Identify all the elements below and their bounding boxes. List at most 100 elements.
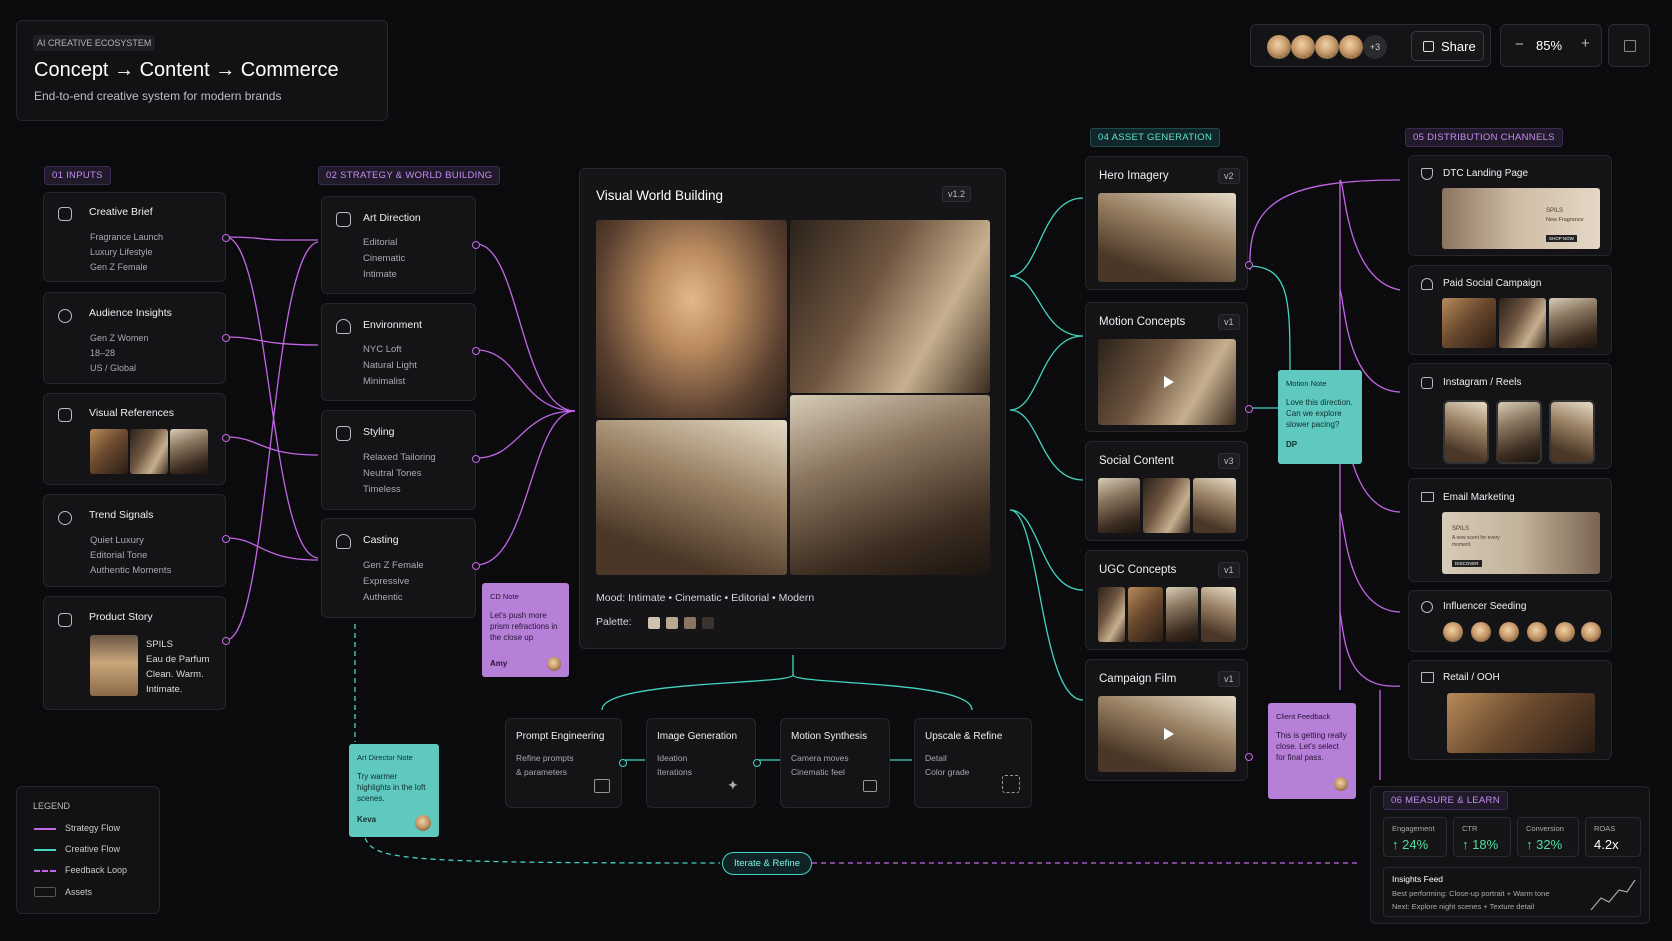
output-port[interactable]	[472, 241, 480, 249]
input-card-title: Visual References	[89, 407, 175, 419]
moodboard-image-writing[interactable]	[596, 420, 787, 575]
ad-thumbnail	[1499, 298, 1546, 348]
avatar	[1334, 777, 1348, 791]
output-port[interactable]	[619, 759, 627, 767]
legend-item: Creative Flow	[65, 844, 121, 854]
avatar[interactable]	[1315, 35, 1339, 59]
zoom-level[interactable]: 85%	[1536, 38, 1562, 53]
section-strategy-tag: 02 STRATEGY & WORLD BUILDING	[318, 166, 501, 185]
pipeline-card-motion-synthesis[interactable]: Motion Synthesis Camera moves Cinematic …	[780, 718, 890, 808]
pipeline-card-upscale-refine[interactable]: Upscale & Refine Detail Color grade	[914, 718, 1032, 808]
motion-note[interactable]: Motion Note Love this direction. Can we …	[1278, 370, 1362, 464]
asset-card-social-content[interactable]: Social Content v3	[1085, 441, 1248, 541]
channel-card-retail-ooh[interactable]: Retail / OOH	[1408, 660, 1612, 760]
audience-icon	[58, 309, 72, 323]
strategy-card-casting[interactable]: Casting Gen Z Female Expressive Authenti…	[321, 518, 480, 618]
output-port[interactable]	[472, 562, 480, 570]
channel-card-influencer-seeding[interactable]: Influencer Seeding	[1408, 590, 1612, 652]
metric-ctr[interactable]: CTR ↑ 18%	[1453, 817, 1511, 857]
layout-toggle-button[interactable]	[1608, 24, 1650, 67]
channel-card-paid-social[interactable]: Paid Social Campaign	[1408, 265, 1612, 355]
input-card-audience-insights[interactable]: Audience Insights Gen Z Women 18–28 US /…	[43, 292, 230, 384]
output-port[interactable]	[222, 637, 230, 645]
terminal-icon	[594, 779, 610, 793]
output-port[interactable]	[472, 347, 480, 355]
strategy-card-art-direction[interactable]: Art Direction Editorial Cinematic Intima…	[321, 196, 480, 294]
avatar[interactable]	[1471, 622, 1491, 642]
input-card-creative-brief[interactable]: Creative Brief Fragrance Launch Luxury L…	[43, 192, 230, 282]
version-badge[interactable]: v1.2	[942, 186, 972, 202]
avatar[interactable]	[1443, 622, 1463, 642]
asset-card-hero-imagery[interactable]: Hero Imagery v2	[1085, 156, 1253, 290]
asset-card-ugc-concepts[interactable]: UGC Concepts v1	[1085, 550, 1248, 650]
input-card-detail: Authentic Moments	[90, 565, 172, 576]
metric-conversion[interactable]: Conversion ↑ 32%	[1517, 817, 1579, 857]
moodboard-image-walking[interactable]	[790, 395, 990, 575]
avatar[interactable]	[1499, 622, 1519, 642]
product-detail: SPILS	[146, 639, 173, 650]
asset-thumbnail	[1193, 478, 1236, 533]
pipeline-card-image-generation[interactable]: Image Generation Ideation Iterations ✦	[646, 718, 761, 808]
asset-card-motion-concepts[interactable]: Motion Concepts v1	[1085, 302, 1253, 432]
output-port[interactable]	[1245, 261, 1253, 269]
output-port[interactable]	[222, 234, 230, 242]
zoom-out-button[interactable]: −	[1515, 36, 1524, 53]
art-director-note[interactable]: Art Director Note Try warmer highlights …	[349, 744, 439, 837]
output-port[interactable]	[753, 759, 761, 767]
zoom-in-button[interactable]: +	[1581, 35, 1590, 52]
insights-title: Insights Feed	[1392, 874, 1444, 884]
preview-brand: SPILS	[1452, 526, 1470, 532]
version-badge[interactable]: v1	[1218, 562, 1240, 578]
version-badge[interactable]: v2	[1218, 168, 1240, 184]
visual-world-building-panel[interactable]: Visual World Building v1.2 Mood: Intimat…	[579, 168, 1006, 649]
section-asset-generation-tag: 04 ASSET GENERATION	[1090, 128, 1221, 147]
asset-card-campaign-film[interactable]: Campaign Film v1	[1085, 659, 1253, 781]
version-badge[interactable]: v1	[1218, 671, 1240, 687]
strategy-card-detail: Natural Light	[363, 360, 417, 371]
extra-collaborators-badge[interactable]: +3	[1363, 35, 1387, 59]
moodboard-image-portrait[interactable]	[596, 220, 787, 418]
output-port[interactable]	[222, 434, 230, 442]
avatar[interactable]	[1291, 35, 1315, 59]
input-card-trend-signals[interactable]: Trend Signals Quiet Luxury Editorial Ton…	[43, 494, 230, 587]
output-port[interactable]	[222, 535, 230, 543]
version-badge[interactable]: v3	[1218, 453, 1240, 469]
metric-engagement[interactable]: Engagement ↑ 24%	[1383, 817, 1447, 857]
channel-card-dtc-landing-page[interactable]: DTC Landing Page SPILS New Fragrance SHO…	[1408, 155, 1612, 256]
asset-thumbnail	[1143, 478, 1190, 533]
version-badge[interactable]: v1	[1218, 314, 1240, 330]
pipeline-card-prompt-engineering[interactable]: Prompt Engineering Refine prompts & para…	[505, 718, 627, 808]
play-icon[interactable]	[1164, 728, 1174, 740]
legend-item: Strategy Flow	[65, 823, 121, 833]
output-port[interactable]	[1245, 753, 1253, 761]
avatar[interactable]	[1339, 35, 1363, 59]
output-port[interactable]	[472, 455, 480, 463]
channel-card-email-marketing[interactable]: Email Marketing SPILS A new scent for ev…	[1408, 478, 1612, 582]
channel-card-title: DTC Landing Page	[1443, 168, 1529, 179]
moodboard-image-loft[interactable]	[790, 220, 990, 393]
output-port[interactable]	[1245, 405, 1253, 413]
client-feedback-note[interactable]: Client Feedback This is getting really c…	[1268, 703, 1356, 799]
avatar[interactable]	[1555, 622, 1575, 642]
input-card-visual-references[interactable]: Visual References	[43, 393, 230, 485]
strategy-card-environment[interactable]: Environment NYC Loft Natural Light Minim…	[321, 303, 480, 401]
output-port[interactable]	[222, 334, 230, 342]
instagram-icon	[1421, 377, 1433, 389]
share-button[interactable]: Share	[1411, 31, 1484, 61]
play-icon[interactable]	[1164, 376, 1174, 388]
avatar[interactable]	[1581, 622, 1601, 642]
channel-card-instagram-reels[interactable]: Instagram / Reels	[1408, 363, 1612, 469]
cd-note[interactable]: CD Note Let's push more prism refraction…	[482, 583, 569, 677]
metric-roas[interactable]: ROAS 4.2x	[1585, 817, 1641, 857]
asset-card-title: Social Content	[1099, 455, 1174, 467]
assets-swatch	[34, 887, 56, 897]
pipeline-card-title: Upscale & Refine	[925, 731, 1003, 742]
insights-feed[interactable]: Insights Feed Best performing: Close-up …	[1383, 867, 1641, 917]
iterate-refine-button[interactable]: Iterate & Refine	[722, 852, 812, 875]
grid-icon	[1624, 40, 1636, 52]
avatar[interactable]	[1527, 622, 1547, 642]
note-text: Let's push more prism refractions in the…	[490, 611, 558, 642]
avatar[interactable]	[1267, 35, 1291, 59]
input-card-product-story[interactable]: Product Story SPILS Eau de Parfum Clean.…	[43, 596, 230, 710]
strategy-card-styling[interactable]: Styling Relaxed Tailoring Neutral Tones …	[321, 410, 480, 510]
